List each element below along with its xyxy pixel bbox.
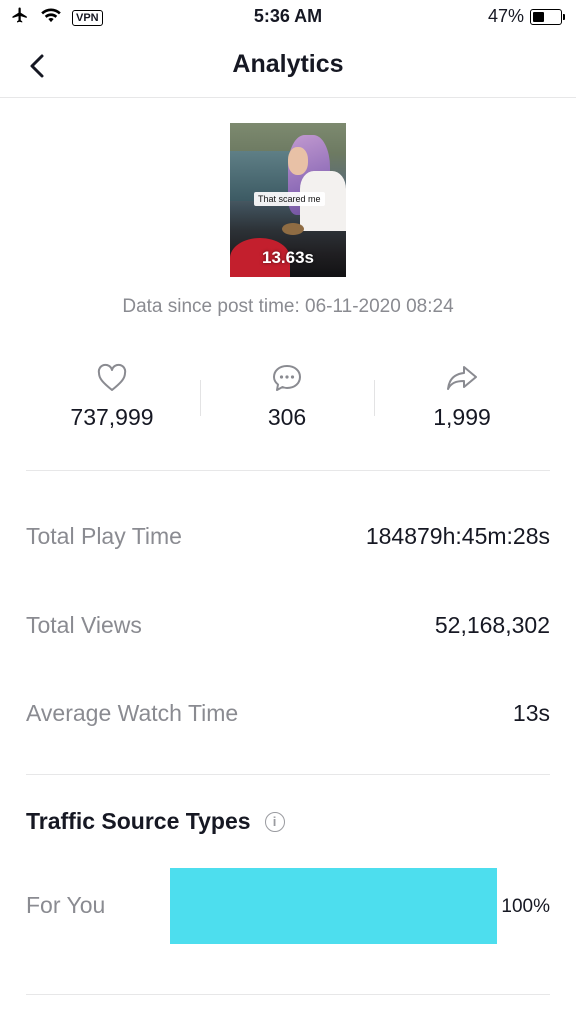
shares-count: 1,999 — [433, 404, 491, 430]
info-icon[interactable]: i — [264, 811, 285, 832]
engagement-stats: 737,999 306 1,999 — [0, 362, 576, 442]
metric-label: Average Watch Time — [26, 700, 239, 726]
metric-value: 184879h:45m:28s — [365, 523, 550, 549]
thumbnail-scene-plate — [282, 223, 304, 235]
shares-stat: 1,999 — [372, 362, 552, 431]
data-since-text: Data since post time: 06-11-2020 08:24 — [122, 296, 454, 317]
metric-total-play-time: Total Play Time 184879h:45m:28s — [26, 523, 550, 553]
status-bar: VPN 5:36 AM 47% — [0, 0, 576, 32]
battery-icon — [530, 8, 565, 25]
metric-value: 13s — [512, 700, 550, 726]
metric-label: Total Play Time — [26, 523, 182, 549]
traffic-row-for-you: For You 100% — [26, 868, 550, 944]
battery-fill — [533, 11, 544, 22]
divider — [26, 994, 550, 995]
traffic-bar-track — [170, 868, 497, 944]
thumbnail-scene-face — [288, 147, 308, 175]
share-icon — [372, 362, 552, 394]
divider — [26, 774, 550, 775]
traffic-bar — [170, 868, 497, 944]
comments-stat: 306 — [197, 362, 377, 431]
likes-count: 737,999 — [70, 404, 154, 430]
battery-percent: 47% — [487, 6, 524, 26]
metric-label: Total Views — [26, 612, 142, 638]
divider — [26, 470, 550, 471]
likes-stat: 737,999 — [22, 362, 202, 431]
metric-average-watch-time: Average Watch Time 13s — [26, 700, 550, 730]
traffic-source-label: For You — [26, 892, 106, 918]
video-thumbnail[interactable]: That scared me 13.63s — [230, 123, 346, 277]
video-duration: 13.63s — [262, 248, 314, 267]
status-right: 47% — [487, 6, 565, 27]
metric-total-views: Total Views 52,168,302 — [26, 612, 550, 642]
traffic-section-title: Traffic Source Types i — [26, 808, 285, 835]
metric-value: 52,168,302 — [434, 612, 550, 638]
comments-count: 306 — [267, 404, 307, 430]
traffic-title-text: Traffic Source Types — [26, 808, 251, 834]
traffic-percent: 100% — [501, 896, 550, 917]
nav-header: Analytics — [0, 32, 576, 98]
heart-icon — [22, 362, 202, 394]
comment-icon — [197, 362, 377, 394]
page-title: Analytics — [232, 50, 344, 78]
video-caption: That scared me — [254, 192, 325, 206]
